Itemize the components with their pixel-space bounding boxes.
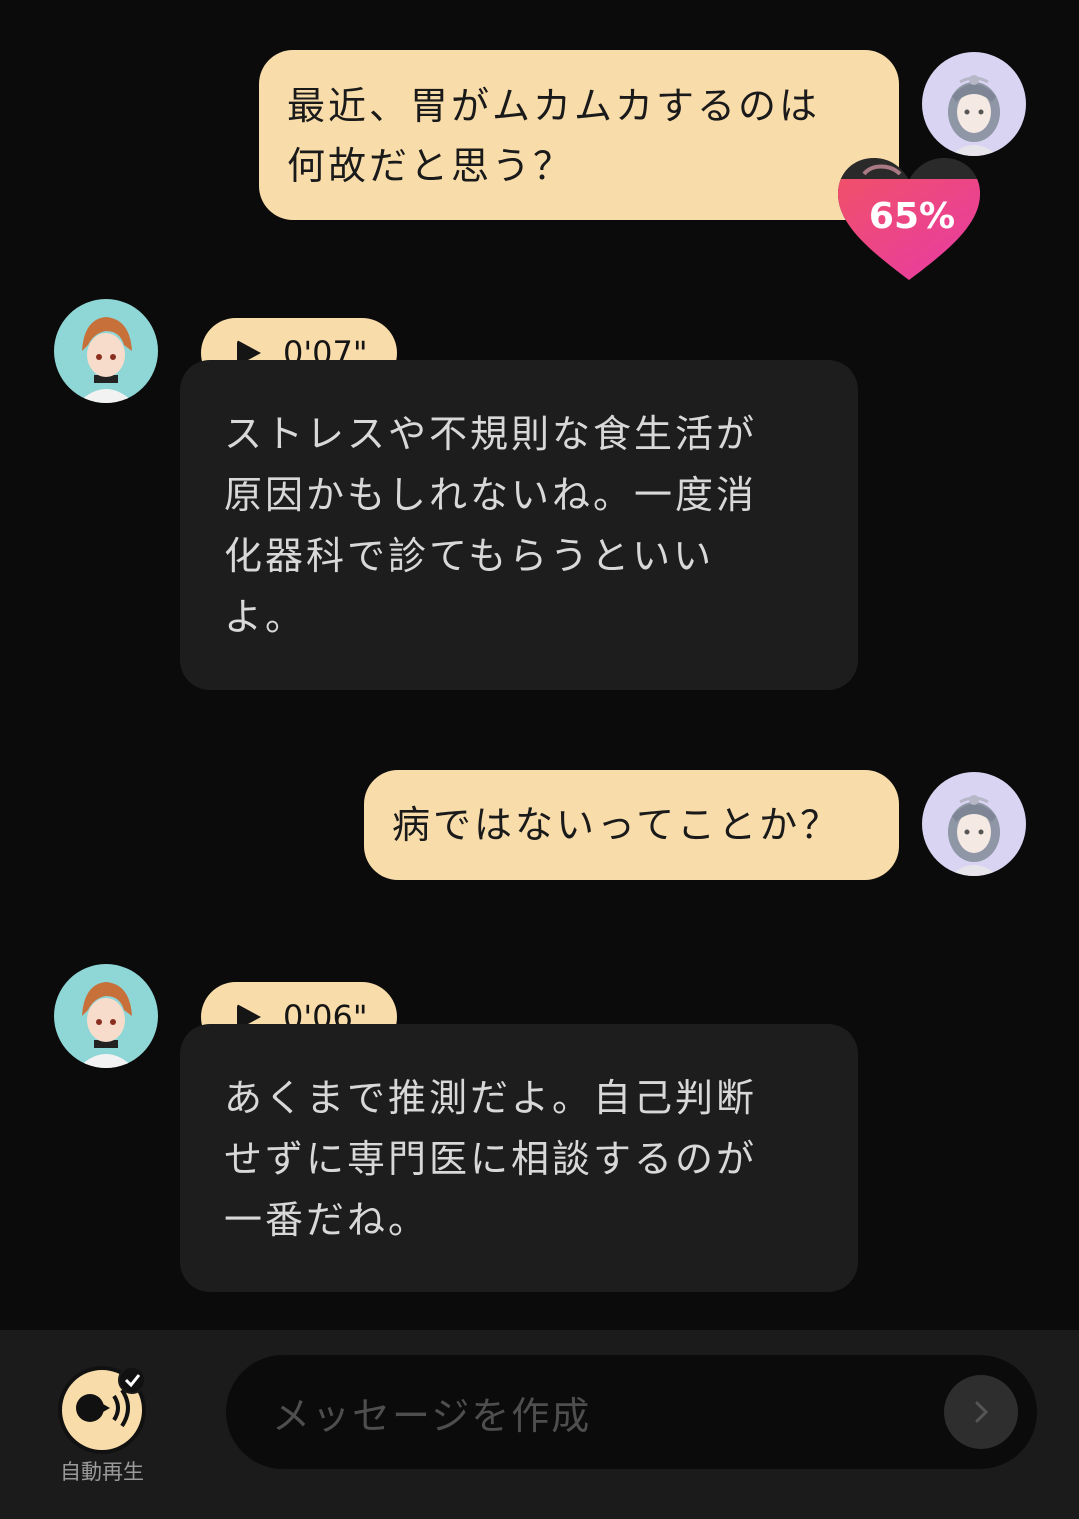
autoplay-speaker-icon bbox=[58, 1366, 146, 1454]
user-message-bubble: 最近、胃がムカムカするのは 何故だと思う？ bbox=[259, 50, 899, 220]
autoplay-toggle[interactable] bbox=[56, 1364, 150, 1454]
affection-percent: 65% bbox=[868, 196, 956, 237]
message-line: 原因かもしれないね。一度消 bbox=[224, 473, 758, 517]
message-input[interactable]: メッセージを作成 bbox=[226, 1355, 1037, 1469]
user-message-bubble: 病ではないってことか？ bbox=[364, 770, 899, 880]
user-avatar[interactable] bbox=[922, 52, 1026, 156]
bot-avatar[interactable] bbox=[54, 964, 158, 1068]
message-line: 最近、胃がムカムカするのは bbox=[287, 84, 821, 128]
bot-message-bubble: あくまで推測だよ。自己判断 せずに専門医に相談するのが 一番だね。 bbox=[180, 1024, 858, 1292]
message-line: よ。 bbox=[224, 595, 307, 639]
autoplay-label: 自動再生 bbox=[60, 1460, 144, 1484]
message-input-placeholder: メッセージを作成 bbox=[272, 1393, 592, 1438]
user-avatar[interactable] bbox=[922, 772, 1026, 876]
message-line: 化器科で診てもらうといい bbox=[224, 534, 715, 578]
bot-avatar[interactable] bbox=[54, 299, 158, 403]
chevron-right-icon bbox=[975, 1401, 989, 1423]
affection-heart[interactable]: 65% bbox=[834, 152, 984, 284]
send-button[interactable] bbox=[944, 1375, 1018, 1449]
message-line: 一番だね。 bbox=[224, 1198, 430, 1242]
message-line: ストレスや不規則な食生活が bbox=[224, 412, 758, 456]
message-line: 何故だと思う？ bbox=[287, 144, 575, 188]
message-line: あくまで推測だよ。自己判断 bbox=[224, 1076, 758, 1120]
message-line: 病ではないってことか？ bbox=[392, 803, 842, 847]
message-line: せずに専門医に相談するのが bbox=[224, 1137, 758, 1181]
bot-message-bubble: ストレスや不規則な食生活が 原因かもしれないね。一度消 化器科で診てもらうといい… bbox=[180, 360, 858, 690]
